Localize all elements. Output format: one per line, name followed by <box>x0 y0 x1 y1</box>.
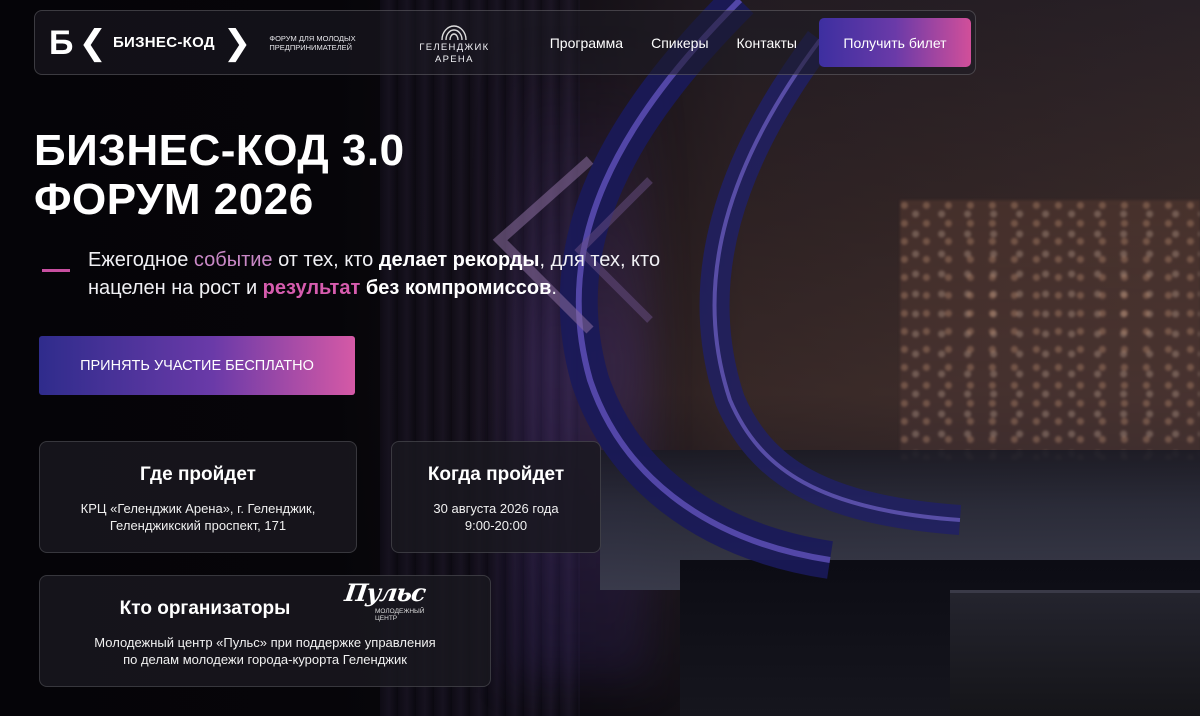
where-line-2: Геленджикский проспект, 171 <box>109 518 287 533</box>
puls-logo-word: Пульс <box>342 578 428 607</box>
nav-link-program[interactable]: Программа <box>550 35 623 51</box>
puls-logo: Пульс МОЛОДЕЖНЫЙ ЦЕНТР <box>340 578 430 624</box>
page-title: БИЗНЕС-КОД 3.0 ФОРУМ 2026 <box>34 126 405 224</box>
logo-tagline: ФОРУМ ДЛЯ МОЛОДЫХ ПРЕДПРИНИМАТЕЛЕЙ <box>269 33 356 52</box>
subtitle-dash <box>42 269 70 272</box>
site-logo[interactable]: Б ❮ БИЗНЕС-КОД ❯ <box>49 26 251 60</box>
where-card-text: КРЦ «Геленджик Арена», г. Геленджик, Гел… <box>40 500 356 534</box>
arena-name-line2: АРЕНА <box>435 53 474 65</box>
puls-logo-subtitle: МОЛОДЕЖНЫЙ ЦЕНТР <box>375 608 424 622</box>
arena-name-line1: ГЕЛЕНДЖИК <box>419 41 490 53</box>
when-time: 9:00-20:00 <box>464 518 528 533</box>
where-card-title: Где пройдет <box>139 464 256 485</box>
subtitle-highlight: событие <box>193 249 273 271</box>
org-line-1: Молодежный центр «Пульс» при поддержке у… <box>94 635 436 650</box>
arena-logo: ГЕЛЕНДЖИК АРЕНА <box>409 20 499 66</box>
puls-sub-line1: МОЛОДЕЖНЫЙ <box>375 608 425 615</box>
when-card-title: Когда пройдет <box>427 464 565 485</box>
chevron-right-icon: ❯ <box>222 23 252 62</box>
organizers-card: Кто организаторы Пульс МОЛОДЕЖНЫЙ ЦЕНТР … <box>39 575 491 687</box>
title-line-1: БИЗНЕС-КОД 3.0 <box>34 126 405 175</box>
subtitle-part: от тех, кто <box>272 249 379 271</box>
when-date: 30 августа 2026 года <box>433 501 559 516</box>
when-card: Когда пройдет 30 августа 2026 года 9:00-… <box>391 441 601 553</box>
puls-sub-line2: ЦЕНТР <box>375 615 398 622</box>
subtitle-highlight-bold: результат <box>262 277 361 299</box>
hero-subtitle: Ежегодное событие от тех, кто делает рек… <box>88 246 728 302</box>
chevron-left-icon: ❮ <box>78 23 107 62</box>
logo-name: БИЗНЕС-КОД <box>112 34 215 51</box>
nav-link-contacts[interactable]: Контакты <box>737 35 797 51</box>
get-ticket-button[interactable]: Получить билет <box>819 18 971 67</box>
subtitle-part: Ежегодное <box>88 249 194 271</box>
subtitle-bold: без компромиссов <box>365 277 552 299</box>
organizers-card-title: Кто организаторы <box>119 598 291 619</box>
when-card-text: 30 августа 2026 года 9:00-20:00 <box>392 500 600 534</box>
arena-arc-icon <box>441 24 468 40</box>
title-line-2: ФОРУМ 2026 <box>34 175 314 224</box>
participate-free-button[interactable]: ПРИНЯТЬ УЧАСТИЕ БЕСПЛАТНО <box>39 336 355 395</box>
main-nav: Программа Спикеры Контакты <box>550 35 797 51</box>
organizers-card-text: Молодежный центр «Пульс» при поддержке у… <box>40 634 490 668</box>
org-line-2: по делам молодежи города-курорта Гелендж… <box>123 652 407 667</box>
subtitle-bold: делает рекорды <box>378 249 540 271</box>
where-line-1: КРЦ «Геленджик Арена», г. Геленджик, <box>80 501 316 516</box>
site-header: Б ❮ БИЗНЕС-КОД ❯ ФОРУМ ДЛЯ МОЛОДЫХ ПРЕДП… <box>34 10 976 75</box>
nav-link-speakers[interactable]: Спикеры <box>651 35 708 51</box>
stage-arc-decor <box>492 0 962 579</box>
subtitle-part: . <box>551 277 557 299</box>
logo-letter: Б <box>49 23 73 62</box>
where-card: Где пройдет КРЦ «Геленджик Арена», г. Ге… <box>39 441 357 553</box>
